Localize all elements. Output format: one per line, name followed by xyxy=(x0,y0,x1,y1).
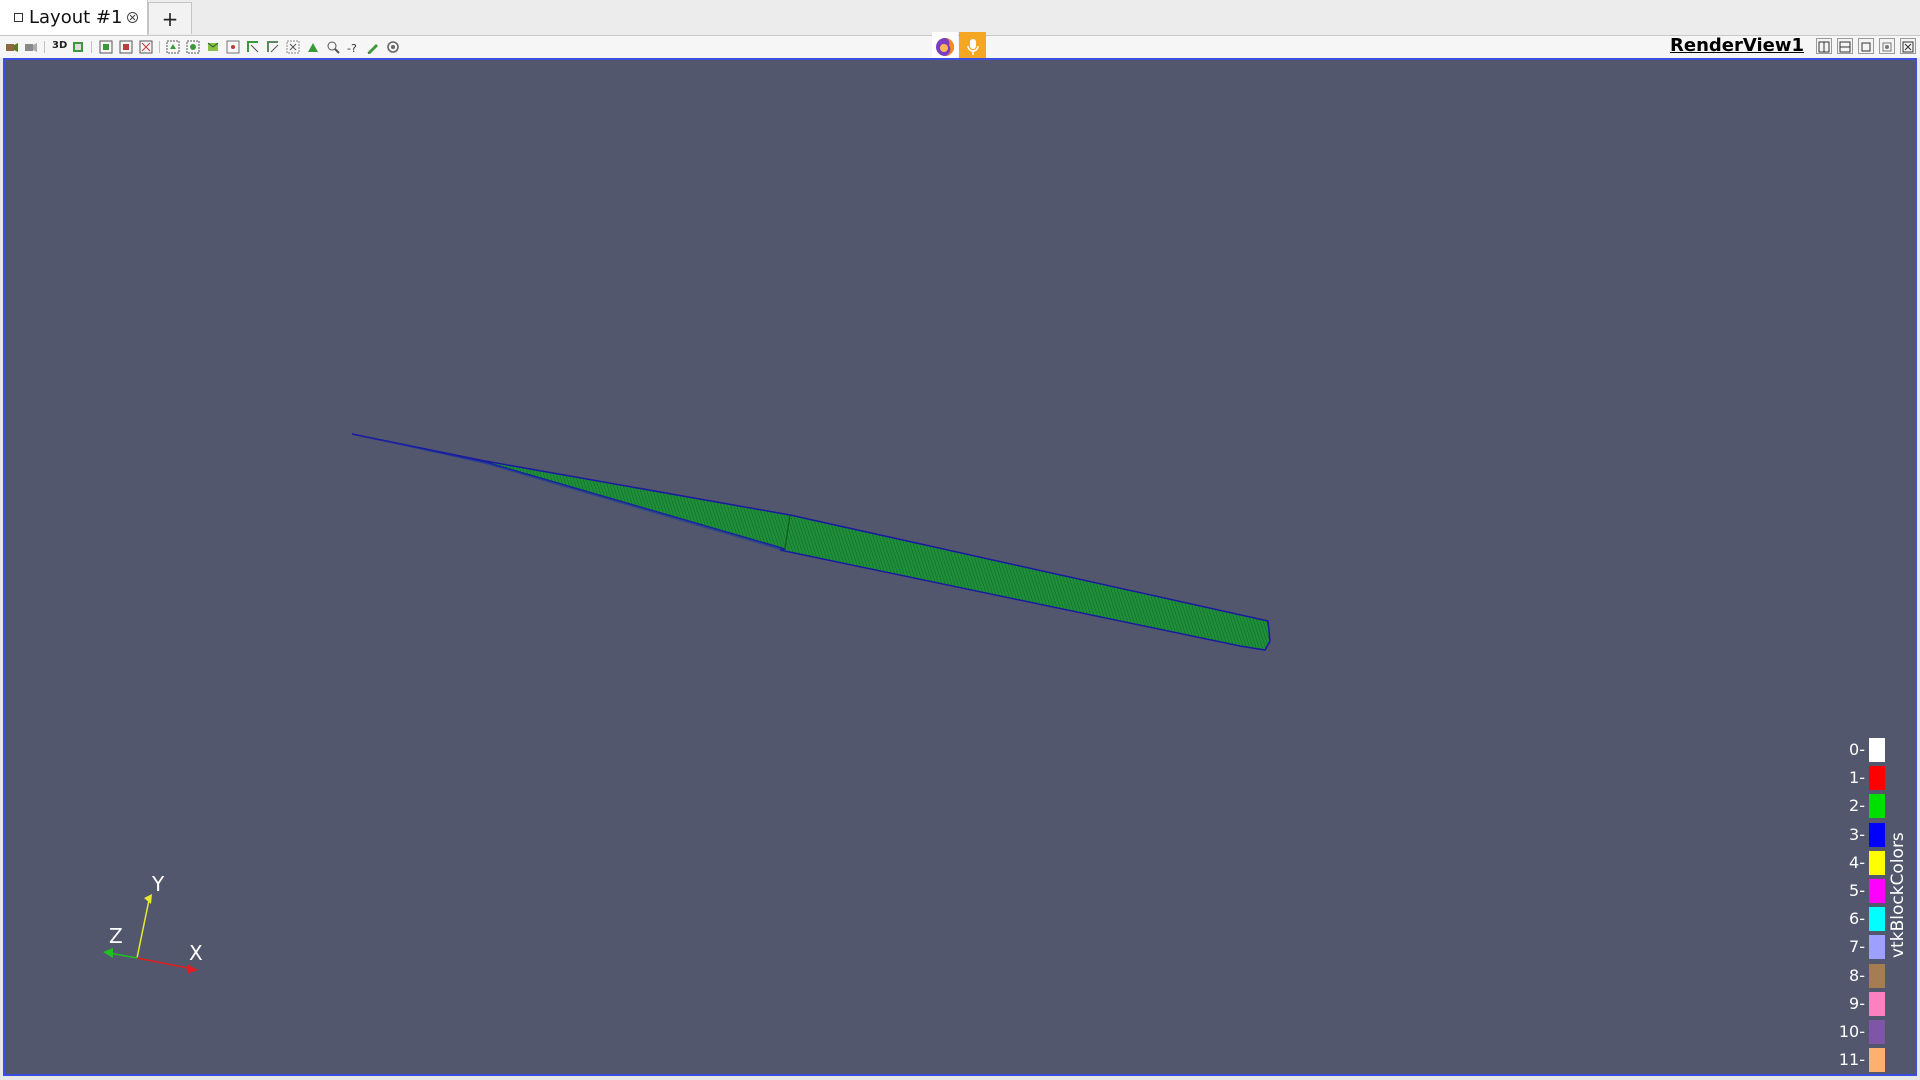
split-horizontal-button[interactable] xyxy=(1816,38,1832,54)
legend-swatch xyxy=(1869,879,1885,903)
zoom-to-box-icon[interactable] xyxy=(326,40,340,54)
capture-screenshot-icon[interactable] xyxy=(71,40,85,54)
shrink-selection-icon[interactable] xyxy=(266,40,280,54)
render-view-title[interactable]: RenderView1 xyxy=(1670,35,1804,56)
legend-label: 9- xyxy=(1849,993,1865,1013)
axis-y-label: Y xyxy=(152,872,165,896)
hover-points-icon[interactable] xyxy=(226,40,240,54)
interactive-select-icon[interactable] xyxy=(206,40,220,54)
pick-point-icon[interactable] xyxy=(306,40,320,54)
restore-icon xyxy=(1882,42,1892,52)
toggle-3d-button[interactable]: 3D xyxy=(52,40,67,51)
legend-label: 0- xyxy=(1849,740,1865,759)
legend-swatch xyxy=(1869,822,1885,847)
restore-view-button[interactable] xyxy=(1879,38,1895,54)
legend-swatch xyxy=(1869,935,1885,960)
add-layout-tab-button[interactable]: + xyxy=(148,2,192,34)
clear-selection-icon[interactable] xyxy=(286,40,300,54)
toolbar-separator xyxy=(91,41,92,53)
maximize-view-button[interactable] xyxy=(1858,38,1874,54)
grow-selection-icon[interactable] xyxy=(246,40,260,54)
select-cells-through-icon[interactable] xyxy=(139,40,153,54)
svg-text:-?: -? xyxy=(347,42,357,54)
layout-square-icon xyxy=(14,13,23,22)
legend-title: vtkBlockColors xyxy=(1888,832,1908,958)
legend-swatch xyxy=(1869,766,1885,791)
legend-swatch xyxy=(1869,794,1885,819)
reset-camera-icon[interactable] xyxy=(5,40,19,54)
legend-swatch xyxy=(1869,907,1885,932)
select-polygon-icon[interactable] xyxy=(186,40,200,54)
legend-swatch xyxy=(1869,1048,1885,1073)
legend-swatch xyxy=(1869,963,1885,988)
legend-label: 7- xyxy=(1849,937,1865,957)
close-view-button[interactable] xyxy=(1900,38,1916,54)
legend-label: 6- xyxy=(1849,909,1865,929)
legend-label: 1- xyxy=(1849,768,1865,788)
split-vertical-icon xyxy=(1839,41,1851,53)
maximize-icon xyxy=(1861,42,1871,52)
legend-swatch xyxy=(1869,1020,1885,1044)
toolbar-separator xyxy=(44,41,45,53)
legend-label: 5- xyxy=(1849,881,1865,900)
toolbar-separator xyxy=(159,41,160,53)
close-tab-icon[interactable] xyxy=(127,12,139,23)
layout-tab-bar: Layout #1 + xyxy=(0,0,1920,36)
legend-label: 4- xyxy=(1849,852,1865,872)
edit-annotation-icon[interactable] xyxy=(366,40,380,54)
camera-undo-icon[interactable] xyxy=(24,40,38,54)
render-view-viewport[interactable]: Y X Z 0- 1- 2- 3- 4- 5- 6- 7- 8- 9- 10- 11- vtkBloc… xyxy=(3,58,1917,1076)
legend-swatch xyxy=(1869,991,1885,1016)
legend-label: 10- xyxy=(1838,1022,1865,1041)
legend-label: 2- xyxy=(1849,796,1865,816)
axis-z-label: Z xyxy=(109,924,123,948)
split-horizontal-icon xyxy=(1818,41,1830,53)
close-icon xyxy=(1902,41,1914,53)
legend-label: 8- xyxy=(1849,965,1865,985)
select-cells-on-icon[interactable] xyxy=(99,40,113,54)
query-icon[interactable]: -? xyxy=(346,40,360,54)
tab-layout-1[interactable]: Layout #1 xyxy=(0,0,148,35)
select-block-icon[interactable] xyxy=(166,40,180,54)
rendered-geometry[interactable] xyxy=(5,60,1915,1074)
split-vertical-button[interactable] xyxy=(1837,38,1853,54)
legend-swatch xyxy=(1869,738,1885,762)
select-points-on-icon[interactable] xyxy=(119,40,133,54)
tab-layout-1-label: Layout #1 xyxy=(29,7,123,28)
settings-gear-icon[interactable] xyxy=(386,40,400,54)
axis-x-label: X xyxy=(189,941,203,965)
legend-label: 3- xyxy=(1849,824,1865,844)
legend-swatch xyxy=(1869,850,1885,875)
legend-label: 11- xyxy=(1838,1050,1865,1070)
